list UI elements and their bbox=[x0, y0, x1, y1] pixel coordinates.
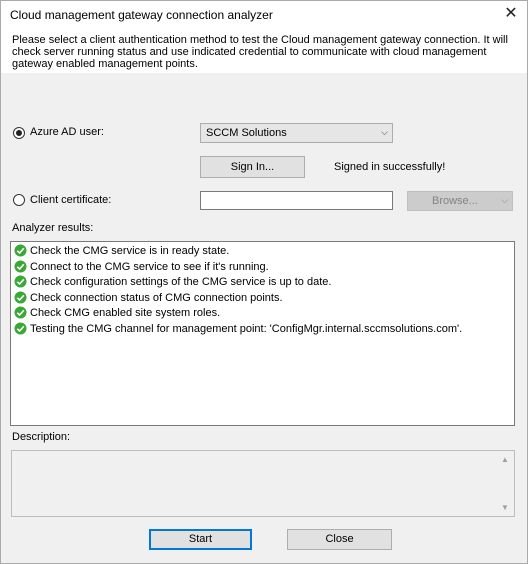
result-text: Check connection status of CMG connectio… bbox=[30, 291, 283, 304]
sign-in-status: Signed in successfully! bbox=[334, 161, 446, 173]
chevron-down-icon: ⌵ bbox=[501, 195, 508, 205]
description-label: Description: bbox=[12, 431, 71, 443]
chevron-down-icon: ⌵ bbox=[381, 127, 388, 137]
close-button[interactable]: Close bbox=[287, 529, 392, 550]
description-box[interactable]: ▲ ▼ bbox=[11, 450, 515, 517]
cmg-analyzer-window: Cloud management gateway connection anal… bbox=[0, 0, 528, 564]
window-title: Cloud management gateway connection anal… bbox=[10, 8, 273, 22]
result-text: Check configuration settings of the CMG … bbox=[30, 276, 332, 289]
scroll-down-icon[interactable]: ▼ bbox=[501, 503, 509, 512]
browse-button[interactable]: Browse... ⌵ bbox=[407, 191, 513, 211]
analyzer-results-label: Analyzer results: bbox=[12, 222, 94, 234]
client-certificate-radio[interactable] bbox=[13, 194, 25, 206]
success-check-icon bbox=[14, 275, 27, 288]
success-check-icon bbox=[14, 244, 27, 257]
success-check-icon bbox=[14, 260, 27, 273]
result-text: Check the CMG service is in ready state. bbox=[30, 245, 230, 257]
certificate-field[interactable] bbox=[200, 191, 393, 210]
scroll-up-icon[interactable]: ▲ bbox=[501, 455, 509, 464]
success-check-icon bbox=[14, 291, 27, 304]
result-text: Testing the CMG channel for management p… bbox=[30, 323, 463, 335]
sign-in-button[interactable]: Sign In... bbox=[200, 156, 305, 178]
account-select[interactable]: SCCM Solutions ⌵ bbox=[200, 123, 393, 143]
result-text: Connect to the CMG service to see if it'… bbox=[30, 260, 269, 273]
client-certificate-label: Client certificate: bbox=[30, 194, 112, 206]
intro-text: Please select a client authentication me… bbox=[12, 34, 508, 70]
success-check-icon bbox=[14, 306, 27, 319]
browse-label: Browse... bbox=[432, 195, 478, 207]
account-select-value: SCCM Solutions bbox=[206, 127, 287, 139]
description-scrollbar[interactable]: ▲ ▼ bbox=[498, 451, 514, 516]
start-button[interactable]: Start bbox=[149, 529, 252, 550]
analyzer-results-list[interactable]: Check the CMG service is in ready state.… bbox=[10, 241, 515, 426]
title-bar: Cloud management gateway connection anal… bbox=[1, 1, 527, 29]
success-check-icon bbox=[14, 322, 27, 335]
close-window-icon[interactable]: ✕ bbox=[501, 4, 521, 24]
azure-ad-label: Azure AD user: bbox=[30, 126, 104, 138]
azure-ad-radio[interactable] bbox=[13, 127, 25, 139]
result-text: Check CMG enabled site system roles. bbox=[30, 307, 221, 320]
